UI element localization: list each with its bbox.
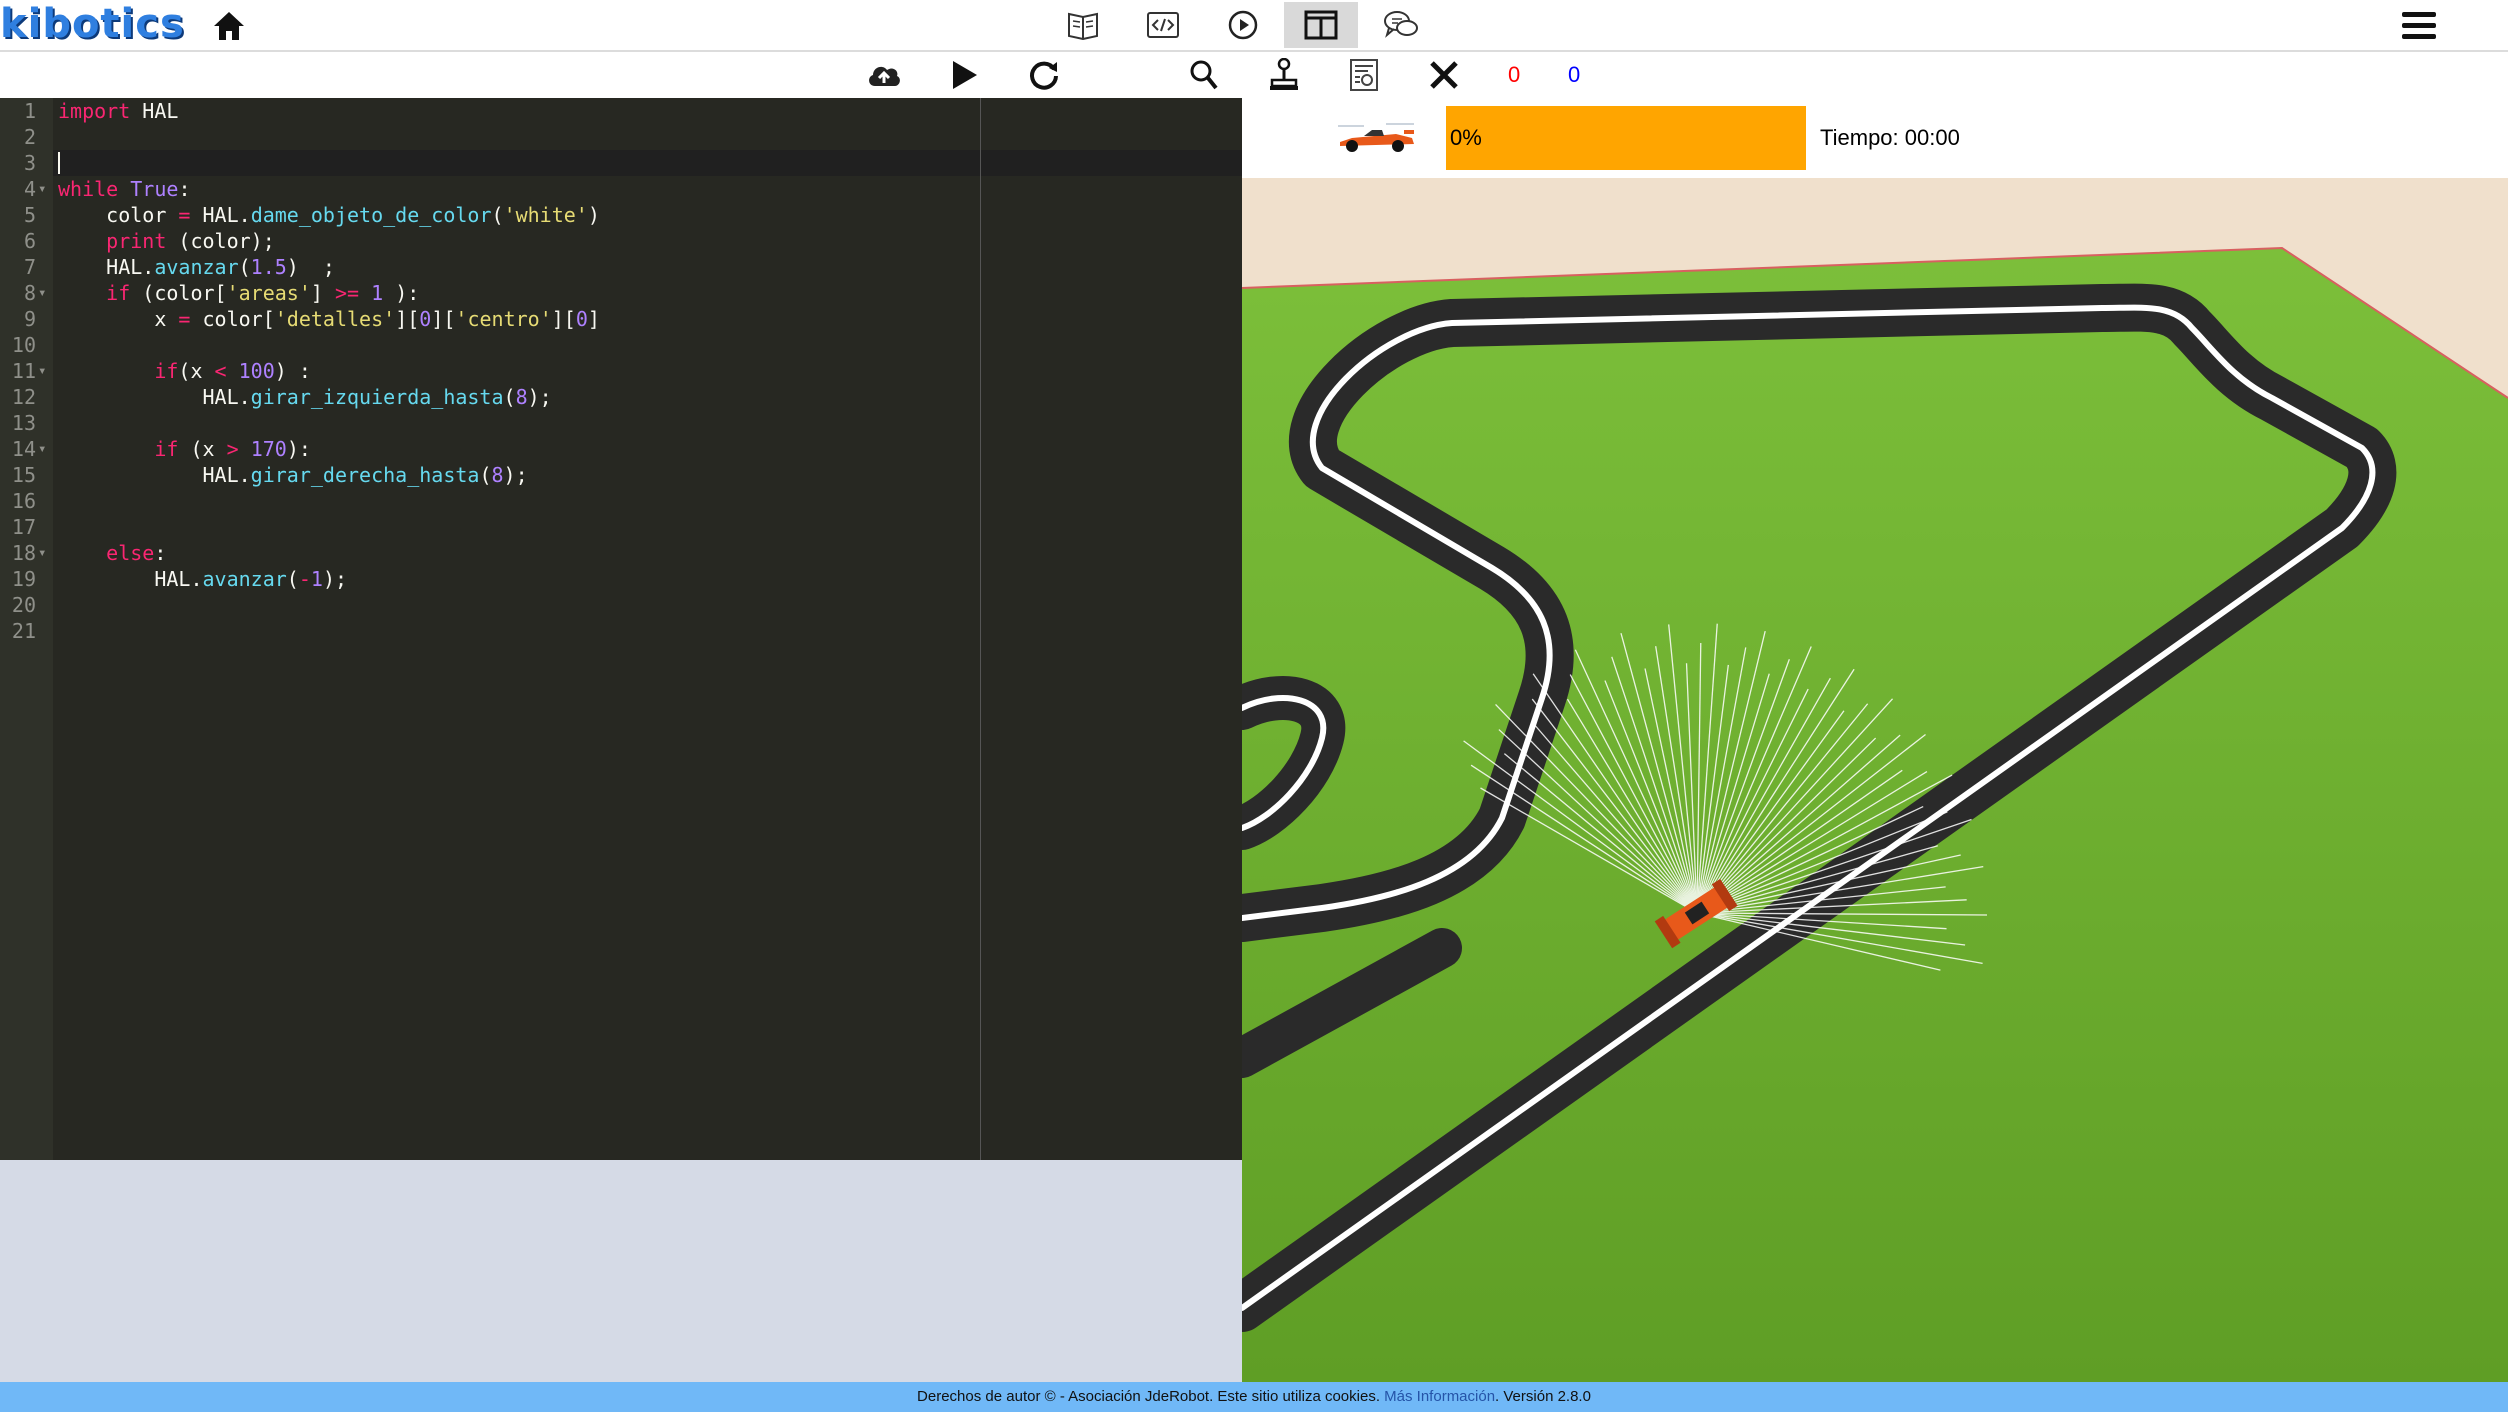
text-cursor: [58, 152, 60, 174]
more-info-link[interactable]: Más Información: [1384, 1388, 1495, 1405]
count-blue: 0: [1568, 62, 1581, 87]
top-navbar: kibotics: [0, 0, 2508, 52]
chat-icon[interactable]: [1364, 2, 1438, 48]
search-icon[interactable]: [1184, 56, 1224, 94]
fold-toggle-icon[interactable]: ▾: [38, 436, 46, 462]
footer: Derechos de autor © - Asociación JdeRobo…: [0, 1382, 2508, 1412]
book-icon[interactable]: [1046, 2, 1120, 48]
reset-icon[interactable]: [1024, 56, 1064, 94]
fold-toggle-icon[interactable]: ▾: [38, 358, 46, 384]
timer-text: Tiempo: 00:00: [1820, 125, 1960, 150]
simulator-panel: 0% Tiempo: 00:00: [1242, 98, 2508, 1382]
fold-toggle-icon[interactable]: ▾: [38, 540, 46, 566]
progress-bar: 0%: [1446, 106, 1806, 170]
footer-version: . Versión 2.8.0: [1495, 1388, 1591, 1405]
console-panel: [0, 1160, 1242, 1382]
joystick-icon[interactable]: [1264, 56, 1304, 94]
code-icon[interactable]: [1126, 2, 1200, 48]
code-editor[interactable]: 1 2 3 4 ▾ 5 6 7 8 ▾ 9 10 11 ▾ 12 13 14 ▾ 15 16 17 18 ▾ 19 20 21 i…: [0, 98, 1242, 1160]
editor-toolbar: 0 0: [0, 52, 2508, 100]
active-line-highlight: [53, 150, 1242, 176]
hamburger-menu-icon[interactable]: [2396, 10, 2442, 42]
fold-toggle-icon[interactable]: ▾: [38, 280, 46, 306]
play-icon[interactable]: [944, 56, 984, 94]
progress-label: 0%: [1450, 125, 1482, 150]
play-circle-icon[interactable]: [1206, 2, 1280, 48]
3d-circuit-scene[interactable]: [1242, 178, 2508, 1382]
race-car-icon: [1334, 120, 1418, 156]
sim-status-bar: 0% Tiempo: 00:00: [1242, 98, 2508, 178]
home-icon[interactable]: [212, 10, 246, 42]
upload-cloud-icon[interactable]: [864, 56, 904, 94]
count-red: 0: [1508, 62, 1521, 87]
kibotics-logo[interactable]: kibotics: [0, 2, 185, 46]
fold-toggle-icon[interactable]: ▾: [38, 176, 46, 202]
split-view-icon[interactable]: [1284, 2, 1358, 48]
footer-text: Derechos de autor © - Asociación JdeRobo…: [917, 1388, 1380, 1405]
print-margin: [980, 98, 981, 1160]
evaluator-icon[interactable]: [1344, 56, 1384, 94]
close-icon[interactable]: [1424, 56, 1464, 94]
